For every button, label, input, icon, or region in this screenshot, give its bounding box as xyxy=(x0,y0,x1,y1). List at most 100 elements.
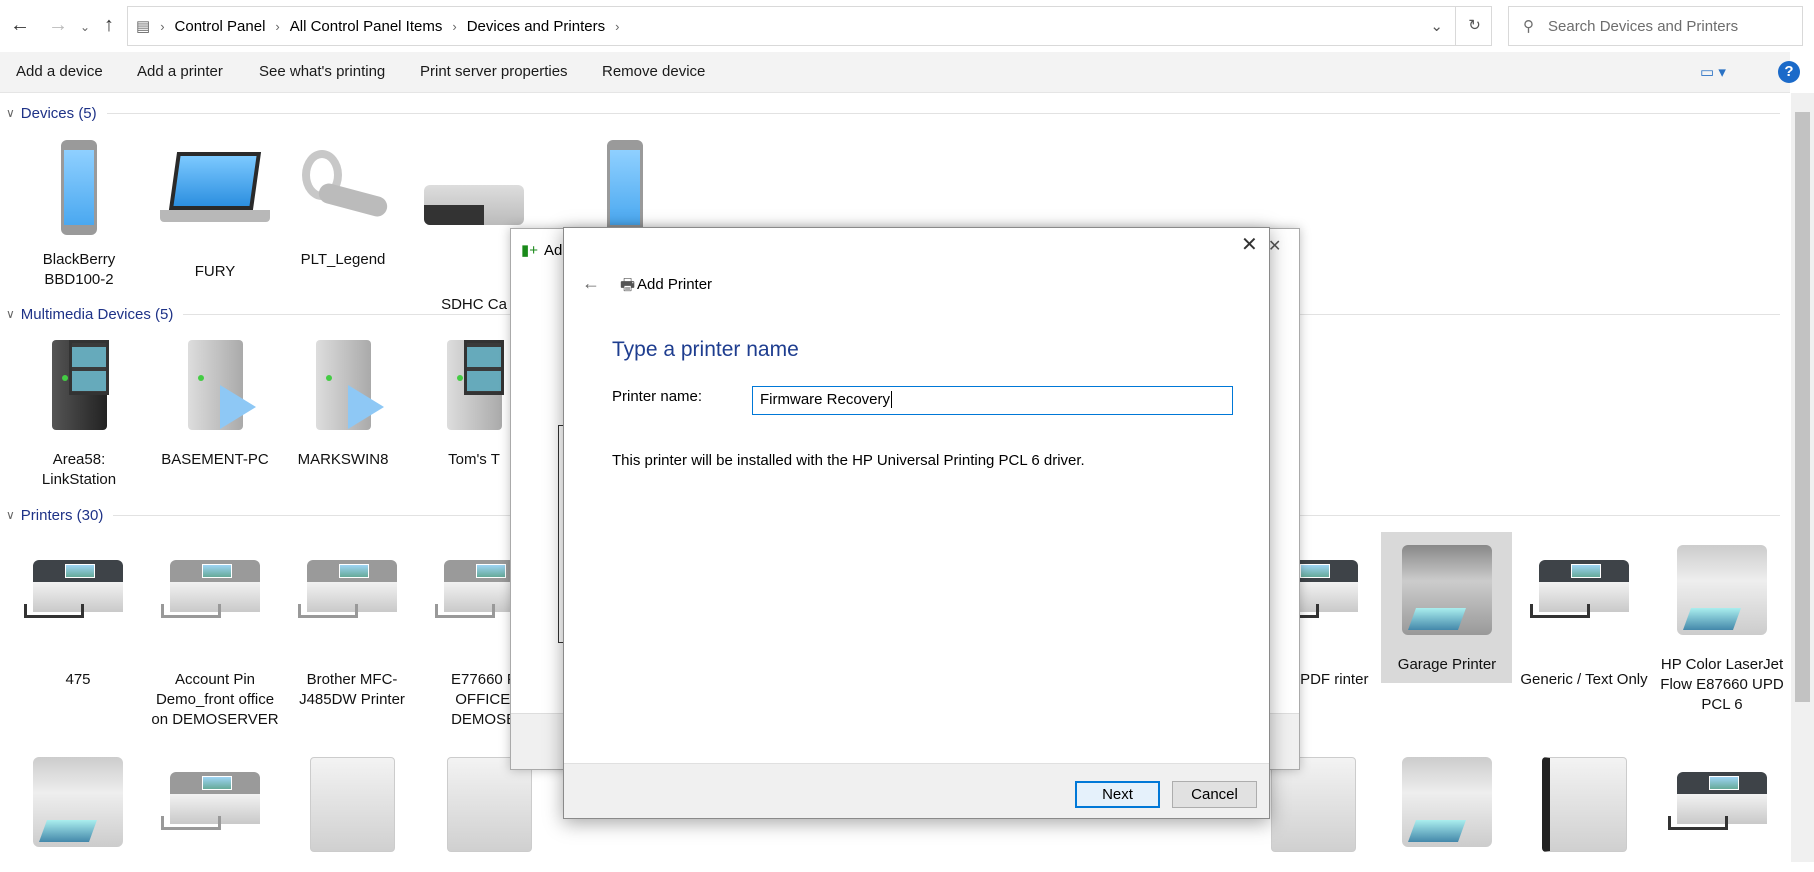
laser-printer-icon xyxy=(446,757,532,852)
laser-printer-icon xyxy=(309,757,395,852)
add-device-button[interactable]: Add a device xyxy=(16,63,103,80)
chevron-right-icon: › xyxy=(160,18,165,34)
group-devices[interactable]: ∨ Devices (5) xyxy=(0,103,1780,123)
item-label: Account Pin Demo_front office on DEMOSER… xyxy=(151,671,279,728)
printer-icon xyxy=(1530,560,1634,620)
command-bar: Add a device Add a printer See what's pr… xyxy=(0,52,1800,93)
film-icon xyxy=(69,340,109,395)
printer-icon xyxy=(298,560,402,620)
device-phone-5[interactable] xyxy=(560,140,690,240)
see-whats-printing-button[interactable]: See what's printing xyxy=(259,63,385,80)
device-blackberry[interactable]: BlackBerry BBD100-2 xyxy=(14,140,144,290)
item-label: BlackBerry BBD100-2 xyxy=(42,251,116,288)
drive-icon xyxy=(424,185,524,225)
item-label: Brother MFC-J485DW Printer xyxy=(299,671,405,708)
item-label: PLT_Legend xyxy=(300,251,386,268)
media-area58[interactable]: Area58: LinkStation xyxy=(14,335,144,490)
back-icon[interactable]: ← xyxy=(10,14,30,37)
address-dropdown-icon[interactable]: ⌄ xyxy=(1430,17,1443,35)
printer-row2-8[interactable] xyxy=(1657,752,1787,872)
add-device-icon: ▮+ xyxy=(521,242,539,259)
printer-row2-6[interactable] xyxy=(1382,752,1512,857)
device-plt-legend[interactable]: PLT_Legend xyxy=(278,140,408,270)
printer-generic-text[interactable]: Generic / Text Only xyxy=(1519,540,1649,690)
group-title: Printers (30) xyxy=(20,506,104,524)
printer-icon xyxy=(1668,772,1772,832)
search-placeholder: Search Devices and Printers xyxy=(1548,17,1739,35)
dialog-title: Add Printer xyxy=(637,276,713,293)
printer-row2-3[interactable] xyxy=(287,752,417,857)
next-button[interactable]: Next xyxy=(1075,781,1160,808)
chevron-right-icon: › xyxy=(452,18,457,34)
dialog-footer: Next Cancel xyxy=(564,763,1269,818)
laptop-icon xyxy=(150,152,280,252)
printer-name-input[interactable]: Firmware Recovery xyxy=(752,386,1233,415)
forward-icon[interactable]: → xyxy=(48,14,68,37)
printer-name-label: Printer name: xyxy=(612,388,703,405)
text-cursor xyxy=(891,391,893,408)
multifunction-printer-icon xyxy=(1402,757,1492,847)
remove-device-button[interactable]: Remove device xyxy=(602,63,705,80)
item-label: BASEMENT-PC xyxy=(161,451,269,468)
driver-info-text: This printer will be installed with the … xyxy=(612,452,1085,469)
breadcrumb-control-panel[interactable]: Control Panel xyxy=(175,18,266,35)
item-label: Generic / Text Only xyxy=(1520,671,1648,688)
add-printer-dialog: ✕ ← 🖶 Add Printer Type a printer name Pr… xyxy=(563,227,1270,819)
collapse-icon[interactable]: ∨ xyxy=(6,508,15,522)
play-icon xyxy=(220,385,256,429)
address-bar[interactable]: ▤ › Control Panel › All Control Panel It… xyxy=(127,6,1492,46)
print-server-properties-button[interactable]: Print server properties xyxy=(420,63,568,80)
search-input[interactable]: ⚲ Search Devices and Printers xyxy=(1508,6,1803,46)
refresh-icon[interactable]: ↻ xyxy=(1455,7,1493,45)
dialog-heading: Type a printer name xyxy=(612,338,799,361)
multifunction-printer-icon xyxy=(1402,545,1492,635)
search-icon: ⚲ xyxy=(1523,18,1534,35)
laser-printer-icon xyxy=(1541,757,1627,852)
printer-brother[interactable]: Brother MFC-J485DW Printer xyxy=(287,540,417,710)
media-basement-pc[interactable]: BASEMENT-PC xyxy=(150,335,280,470)
chevron-right-icon: › xyxy=(275,18,280,34)
chevron-right-icon[interactable]: › xyxy=(615,19,619,34)
phone-icon xyxy=(61,140,97,235)
collapse-icon[interactable]: ∨ xyxy=(6,106,15,120)
item-label: Area58: LinkStation xyxy=(41,451,117,488)
collapse-icon[interactable]: ∨ xyxy=(6,307,15,321)
control-panel-icon: ▤ xyxy=(136,18,151,35)
item-label: 475 xyxy=(65,671,91,688)
group-title: Devices (5) xyxy=(20,104,97,122)
phone-icon xyxy=(607,140,643,235)
printer-icon: 🖶 xyxy=(620,277,636,294)
printer-475[interactable]: 475 xyxy=(13,540,143,690)
item-label: HP Color LaserJet Flow E87660 UPD PCL 6 xyxy=(1660,656,1784,713)
item-label: Garage Printer xyxy=(1397,656,1497,673)
multifunction-printer-icon xyxy=(1677,545,1767,635)
headset-icon xyxy=(298,140,390,230)
help-icon[interactable]: ? xyxy=(1778,61,1800,83)
printer-garage[interactable]: Garage Printer xyxy=(1382,540,1512,675)
dialog-title: Ad xyxy=(544,242,563,259)
item-label: FURY xyxy=(194,263,236,280)
back-arrow-icon[interactable]: ← xyxy=(582,273,600,294)
printer-icon xyxy=(161,560,265,620)
device-fury[interactable]: FURY xyxy=(150,140,280,282)
close-icon[interactable]: ✕ xyxy=(1268,236,1281,256)
printer-row2-7[interactable] xyxy=(1519,752,1649,857)
group-title: Multimedia Devices (5) xyxy=(20,305,174,323)
up-icon[interactable]: ↑ xyxy=(104,14,114,37)
scrollbar-thumb[interactable] xyxy=(1795,112,1810,702)
breadcrumb-all-items[interactable]: All Control Panel Items xyxy=(290,18,443,35)
printer-account-pin[interactable]: Account Pin Demo_front office on DEMOSER… xyxy=(150,540,280,730)
media-markswin8[interactable]: MARKSWIN8 xyxy=(278,335,408,470)
recent-dropdown-icon[interactable]: ⌄ xyxy=(80,20,90,34)
close-icon[interactable]: ✕ xyxy=(1241,232,1258,257)
printer-row2-1[interactable] xyxy=(13,752,143,857)
printer-icon xyxy=(161,772,265,832)
breadcrumb-devices-printers[interactable]: Devices and Printers xyxy=(467,18,605,35)
printer-hp-color-laserjet[interactable]: HP Color LaserJet Flow E87660 UPD PCL 6 xyxy=(1657,540,1787,715)
cancel-button[interactable]: Cancel xyxy=(1172,781,1257,808)
printer-icon xyxy=(24,560,128,620)
printer-row2-2[interactable] xyxy=(150,752,280,872)
change-view-icon[interactable]: ▭ ▾ xyxy=(1700,63,1726,81)
laser-printer-icon xyxy=(1270,757,1356,852)
add-printer-button[interactable]: Add a printer xyxy=(137,63,223,80)
